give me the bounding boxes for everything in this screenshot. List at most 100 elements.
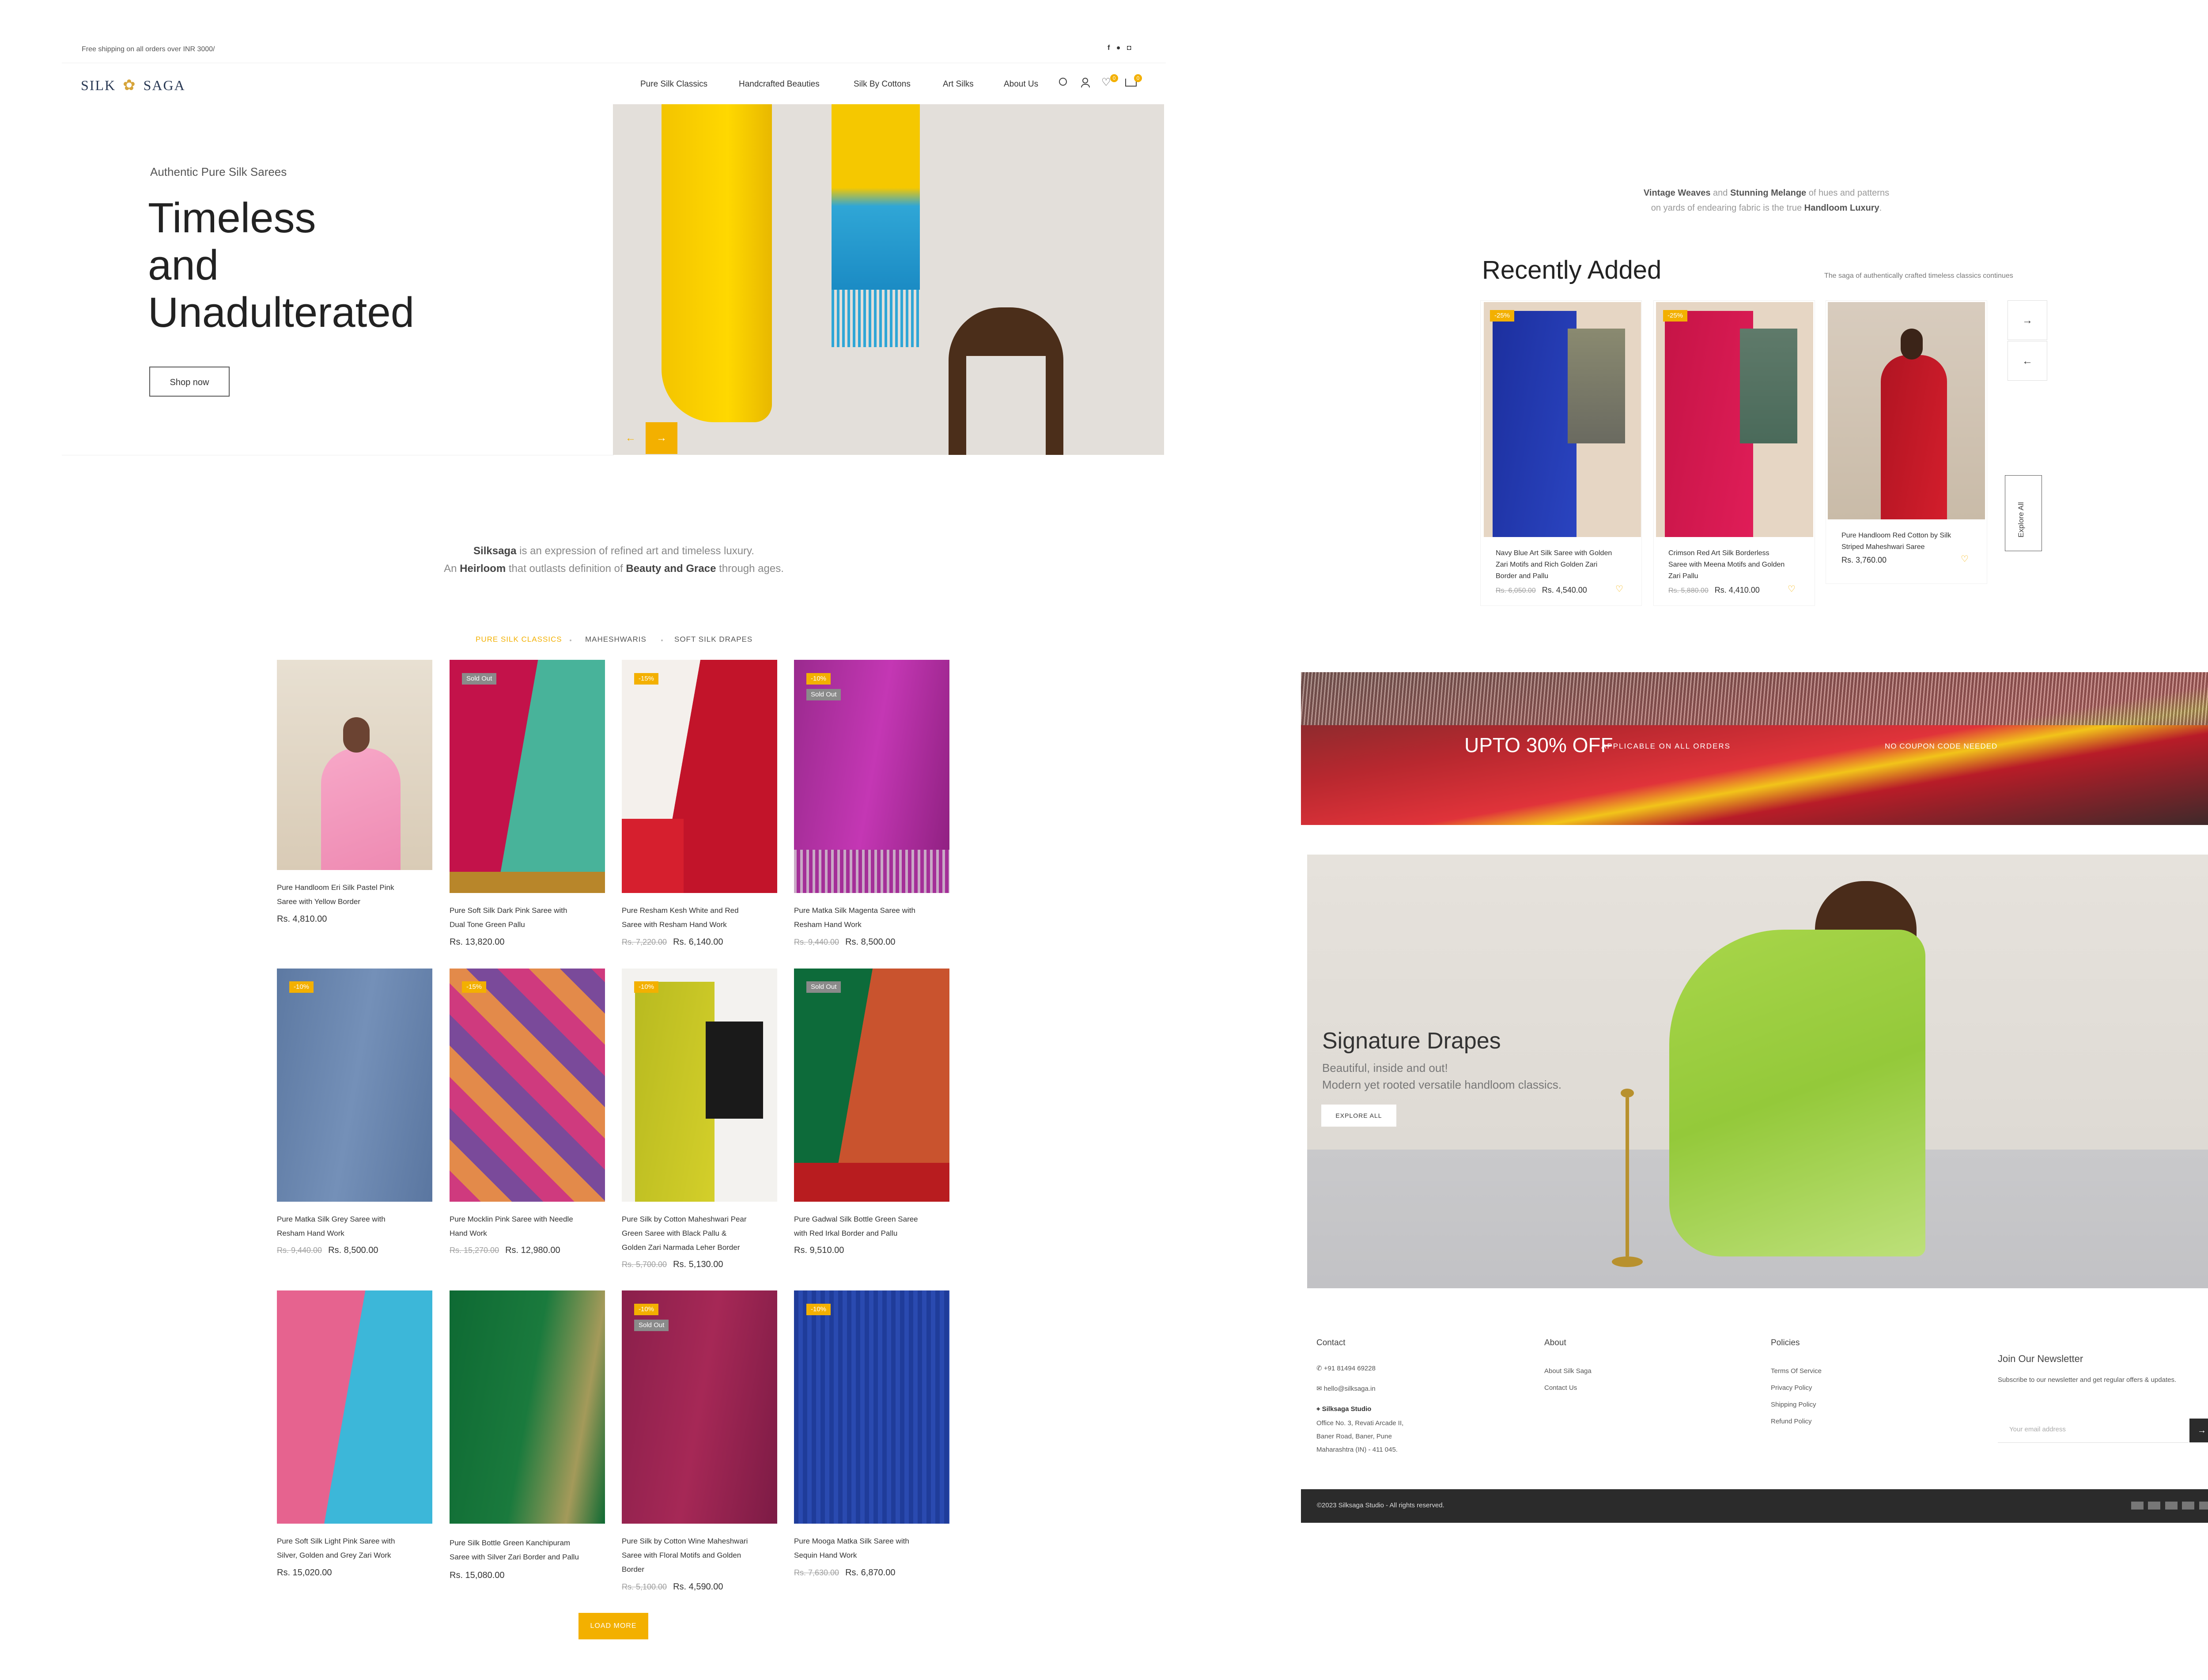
newsletter-heading: Join Our Newsletter: [1998, 1353, 2083, 1364]
product-name[interactable]: Pure Handloom Eri Silk Pastel Pink Saree …: [277, 881, 436, 909]
footer-link-about[interactable]: About Silk Saga: [1544, 1365, 1592, 1378]
yellow-saree: [662, 104, 772, 422]
email-link[interactable]: ✉ hello@silksaga.in: [1316, 1382, 1376, 1396]
signature-explore-button[interactable]: EXPLORE ALL: [1321, 1105, 1396, 1127]
product-name[interactable]: Pure Handloom Red Cotton by Silk Striped …: [1841, 530, 1983, 553]
card-icon: [2182, 1502, 2195, 1510]
product-name[interactable]: Crimson Red Art Silk Borderless Saree wit…: [1668, 548, 1810, 582]
footer-link-terms[interactable]: Terms Of Service: [1771, 1365, 1822, 1378]
nav-about-us[interactable]: About Us: [1004, 79, 1038, 89]
product-name[interactable]: Pure Silk by Cotton Wine Maheshwari Saree…: [622, 1534, 781, 1577]
product-image[interactable]: [277, 660, 432, 870]
carousel-next-button[interactable]: →: [2008, 300, 2047, 340]
product-name[interactable]: Pure Resham Kesh White and Red Saree with…: [622, 904, 781, 932]
newsletter-email-placeholder: Your email address: [2009, 1426, 2066, 1433]
vintage-text: Vintage Weaves and Stunning Melange of h…: [1501, 185, 2031, 216]
nav-silk-by-cottons[interactable]: Silk By Cottons: [854, 79, 911, 89]
product-image[interactable]: [450, 969, 605, 1202]
tab-pure-silk-classics[interactable]: PURE SILK CLASSICS: [476, 635, 562, 644]
card-icon: [2165, 1502, 2178, 1510]
cart-count-badge: 0: [1134, 74, 1142, 82]
hero-prev-button[interactable]: ←: [615, 422, 647, 454]
nav-pure-silk-classics[interactable]: Pure Silk Classics: [640, 79, 707, 89]
product-image[interactable]: [450, 1290, 605, 1524]
product-image[interactable]: [277, 969, 432, 1202]
wishlist-heart-icon[interactable]: ♡: [1961, 555, 1970, 564]
mail-icon: ✉: [1316, 1385, 1324, 1392]
discount-badge: -10%: [806, 673, 831, 685]
product-image[interactable]: [277, 1290, 432, 1524]
logo[interactable]: SILK ✿ SAGA: [81, 76, 185, 94]
nav-handcrafted-beauties[interactable]: Handcrafted Beauties: [739, 79, 820, 89]
logo-flower-icon: ✿: [123, 77, 136, 94]
brass-lamp: [1612, 1089, 1643, 1274]
product-name[interactable]: Pure Mooga Matka Silk Saree with Sequin H…: [794, 1534, 953, 1563]
product-name[interactable]: Pure Soft Silk Light Pink Saree with Silv…: [277, 1534, 436, 1563]
tab-maheshwaris[interactable]: MAHESHWARIS: [585, 635, 647, 644]
discount-badge: -10%: [289, 981, 314, 993]
sold-out-badge: Sold Out: [634, 1320, 669, 1331]
footer-contact-heading: Contact: [1316, 1338, 1346, 1347]
search-icon[interactable]: [1059, 78, 1067, 86]
product-image[interactable]: [1828, 302, 1985, 519]
account-icon[interactable]: [1081, 78, 1090, 87]
product-name[interactable]: Pure Gadwal Silk Bottle Green Saree with …: [794, 1212, 953, 1241]
product-image[interactable]: [622, 660, 777, 893]
discount-badge: -10%: [634, 981, 659, 993]
intro-heirloom: Heirloom: [460, 563, 506, 575]
footer-link-contact[interactable]: Contact Us: [1544, 1381, 1577, 1395]
product-name[interactable]: Pure Mocklin Pink Saree with Needle Hand …: [450, 1212, 609, 1241]
footer-bottom-bar: ©2023 Silksaga Studio - All rights reser…: [1301, 1489, 2208, 1523]
product-image[interactable]: [450, 660, 605, 893]
instagram-icon[interactable]: ◘: [1127, 44, 1131, 52]
discount-badge: -15%: [462, 981, 487, 993]
product-price: Rs. 3,760.00: [1841, 556, 1887, 564]
wishlist-icon[interactable]: ♡: [1101, 76, 1111, 89]
explore-all-button[interactable]: Explore All: [2005, 475, 2042, 551]
product-price: Rs. 15,270.00 Rs. 12,980.00: [450, 1245, 560, 1255]
product-price: Rs. 9,440.00 Rs. 8,500.00: [794, 937, 896, 947]
vintage-a: Vintage Weaves: [1643, 188, 1711, 198]
product-name[interactable]: Navy Blue Art Silk Saree with Golden Zari…: [1496, 548, 1637, 582]
carousel-prev-button[interactable]: ←: [2008, 341, 2047, 381]
address-line: Maharashtra (IN) - 411 045.: [1316, 1446, 1398, 1453]
tab-soft-silk-drapes[interactable]: SOFT SILK DRAPES: [674, 635, 752, 644]
product-name[interactable]: Pure Matka Silk Magenta Saree with Resham…: [794, 904, 953, 932]
product-price: Rs. 5,880.00 Rs. 4,410.00: [1668, 586, 1760, 594]
load-more-button[interactable]: LOAD MORE: [578, 1613, 648, 1639]
sale-banner[interactable]: UPTO 30% OFF APPLICABLE ON ALL ORDERS NO…: [1301, 672, 2208, 825]
address-line: Office No. 3, Revati Arcade II,: [1316, 1419, 1404, 1427]
product-name[interactable]: Pure Matka Silk Grey Saree with Resham Ha…: [277, 1212, 436, 1241]
product-price: Rs. 6,050.00 Rs. 4,540.00: [1496, 586, 1587, 594]
newsletter-submit-button[interactable]: →: [2189, 1419, 2208, 1442]
product-price: Rs. 5,100.00 Rs. 4,590.00: [622, 1582, 723, 1592]
card-icon: [2148, 1502, 2161, 1510]
pinterest-icon[interactable]: ●: [1116, 44, 1121, 52]
product-image[interactable]: [794, 969, 949, 1202]
footer-link-shipping[interactable]: Shipping Policy: [1771, 1398, 1816, 1411]
sale-subline: APPLICABLE ON ALL ORDERS: [1601, 742, 1731, 750]
newsletter-email-input[interactable]: Your email address: [1998, 1418, 2189, 1443]
product-name[interactable]: Pure Silk by Cotton Maheshwari Pear Green…: [622, 1212, 781, 1255]
footer-link-refund[interactable]: Refund Policy: [1771, 1415, 1812, 1428]
nav-art-silks[interactable]: Art Silks: [943, 79, 974, 89]
signature-title: Signature Drapes: [1322, 1028, 1501, 1054]
sale-headline: UPTO 30% OFF: [1464, 734, 1613, 757]
social-icons: f ● ◘: [1108, 44, 1131, 52]
wishlist-heart-icon[interactable]: ♡: [1615, 585, 1625, 594]
product-image[interactable]: [622, 969, 777, 1202]
product-price: Rs. 9,440.00 Rs. 8,500.00: [277, 1245, 378, 1255]
shop-now-button[interactable]: Shop now: [149, 367, 230, 397]
hero-next-button[interactable]: →: [646, 422, 677, 454]
product-image[interactable]: [794, 1290, 949, 1524]
facebook-icon[interactable]: f: [1108, 44, 1110, 52]
intro-line2-a: An: [444, 563, 460, 575]
product-image[interactable]: [1656, 302, 1813, 537]
intro-beauty: Beauty and Grace: [626, 563, 716, 575]
phone-link[interactable]: ✆ +91 81494 69228: [1316, 1362, 1376, 1375]
product-name[interactable]: Pure Silk Bottle Green Kanchipuram Saree …: [450, 1536, 609, 1564]
product-image[interactable]: [1484, 302, 1641, 537]
wishlist-heart-icon[interactable]: ♡: [1788, 585, 1797, 594]
product-name[interactable]: Pure Soft Silk Dark Pink Saree with Dual …: [450, 904, 609, 932]
footer-link-privacy[interactable]: Privacy Policy: [1771, 1381, 1812, 1395]
